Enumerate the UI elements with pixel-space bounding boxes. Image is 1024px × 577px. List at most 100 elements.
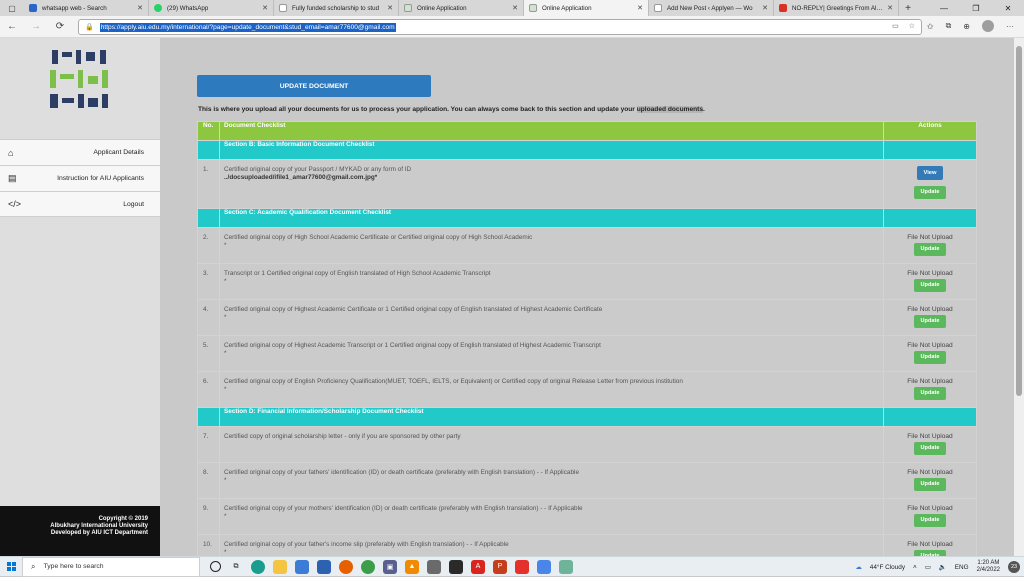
row-no: 5. — [197, 335, 220, 372]
app-icon[interactable] — [427, 559, 441, 574]
refresh-icon[interactable]: ⟳ — [48, 16, 72, 38]
row-desc: Certified original copy of your father's… — [224, 541, 509, 548]
new-tab-button[interactable]: + — [899, 0, 917, 16]
required-mark: * — [224, 386, 227, 393]
close-icon[interactable]: ✕ — [387, 4, 393, 12]
store-2-icon[interactable] — [317, 559, 331, 574]
clock[interactable]: 1:20 AM 2/4/2022 — [977, 560, 1000, 574]
section-row: Section B: Basic Information Document Ch… — [197, 140, 977, 160]
network-icon[interactable]: ▭ — [925, 563, 931, 571]
close-icon[interactable]: ✕ — [762, 4, 768, 12]
update-button[interactable]: Update — [914, 514, 946, 527]
update-document-button[interactable]: UPDATE DOCUMENT — [197, 75, 431, 97]
tab-6[interactable]: NO-REPLY| Greetings From Albu ✕ — [774, 0, 899, 16]
lock-icon[interactable]: 🔒 — [85, 23, 94, 31]
collections-icon[interactable]: ⧉ — [946, 21, 952, 31]
weather-icon[interactable]: ☁ — [855, 563, 861, 571]
intro-end: . — [703, 106, 705, 113]
file-explorer-icon[interactable] — [273, 559, 287, 574]
tab-3[interactable]: Online Application ✕ — [399, 0, 524, 16]
tab-1[interactable]: (29) WhatsApp ✕ — [149, 0, 274, 16]
clock-time: 1:20 AM — [977, 560, 1000, 566]
edge-icon[interactable] — [251, 559, 265, 574]
powerpoint-icon[interactable]: P — [493, 559, 507, 574]
view-button[interactable]: View — [917, 166, 943, 180]
tab-5[interactable]: Add New Post ‹ Applyen — Wo ✕ — [649, 0, 774, 16]
profile-avatar[interactable] — [982, 20, 994, 32]
back-icon[interactable]: ← — [0, 16, 24, 38]
close-icon[interactable]: ✕ — [887, 4, 893, 12]
weather-text[interactable]: 44°F Cloudy — [870, 564, 905, 571]
notification-badge[interactable]: 23 — [1008, 561, 1020, 573]
restore-icon[interactable]: ❐ — [960, 0, 992, 16]
sidebar-item-label: Applicant Details — [93, 149, 144, 156]
update-button[interactable]: Update — [914, 186, 946, 199]
sidebar-item-label: Logout — [123, 200, 144, 208]
app-green-icon[interactable] — [559, 559, 573, 574]
firefox-icon[interactable] — [339, 559, 353, 574]
close-icon[interactable]: ✕ — [512, 4, 518, 12]
minimize-icon[interactable]: — — [928, 0, 960, 16]
update-button[interactable]: Update — [914, 387, 946, 400]
taskbar-search-box[interactable]: ⌕ Type here to search — [22, 556, 200, 577]
scrollbar-thumb[interactable] — [1016, 46, 1022, 396]
tab-4-active[interactable]: Online Application ✕ — [524, 0, 649, 16]
file-status: File Not Upload — [907, 469, 953, 476]
app-badge-icon[interactable]: ▣ — [383, 559, 397, 574]
update-button[interactable]: Update — [914, 442, 946, 455]
close-icon[interactable]: ✕ — [262, 4, 268, 12]
extensions-icon[interactable]: ⊕ — [963, 22, 970, 31]
table-row: 8. Certified original copy of your fathe… — [197, 462, 977, 499]
acrobat-icon[interactable]: A — [471, 559, 485, 574]
row-desc-cell: Certified original copy of your father's… — [219, 534, 884, 556]
row-no: 2. — [197, 227, 220, 264]
file-status: File Not Upload — [907, 234, 953, 241]
address-bar[interactable]: 🔒 https://apply.aiu.edu.my/international… — [78, 19, 922, 35]
app-blue-icon[interactable] — [537, 559, 551, 574]
language-indicator[interactable]: ENG — [955, 564, 969, 571]
file-status: File Not Upload — [907, 306, 953, 313]
window-close-icon[interactable]: ✕ — [992, 0, 1024, 16]
favorite-star-icon[interactable]: ☆ — [909, 22, 915, 30]
media-icon[interactable] — [449, 559, 463, 574]
volume-icon[interactable]: 🔈 — [939, 563, 947, 571]
close-icon[interactable]: ✕ — [137, 4, 143, 12]
windows-start-icon[interactable] — [0, 557, 22, 577]
sidebar-item-applicant-details[interactable]: ⌂ Applicant Details — [0, 139, 160, 165]
sidebar-item-instructions[interactable]: ▤ Instruction for AIU Applicants — [0, 165, 160, 191]
sidebar-footer: Copyright © 2019 Albukhary International… — [0, 506, 160, 556]
task-view-icon[interactable]: ⧉ — [229, 560, 243, 574]
update-button[interactable]: Update — [914, 351, 946, 364]
tab-2[interactable]: Fully funded scholarship to stud ✕ — [274, 0, 399, 16]
sidebar-item-logout[interactable]: </> Logout — [0, 191, 160, 217]
chrome-icon[interactable] — [361, 559, 375, 574]
tab-label: Online Application — [542, 4, 592, 12]
tab-actions-icon[interactable]: ▢ — [0, 0, 24, 16]
row-actions: File Not Upload Update — [883, 498, 977, 535]
row-no: 9. — [197, 498, 220, 535]
update-button[interactable]: Update — [914, 279, 946, 292]
tab-label: whatsapp web - Search — [42, 4, 107, 12]
url-text[interactable]: https://apply.aiu.edu.my/international/?… — [99, 22, 396, 32]
vlc-icon[interactable]: ▲ — [405, 559, 419, 574]
tab-0[interactable]: whatsapp web - Search ✕ — [24, 0, 149, 16]
update-button[interactable]: Update — [914, 315, 946, 328]
tray-chevron-icon[interactable]: ˄ — [913, 564, 917, 571]
row-desc: Certified original copy of High School A… — [224, 234, 533, 241]
row-desc: Certified copy of original scholarship l… — [224, 433, 461, 440]
read-aloud-icon[interactable]: ▭ — [892, 22, 899, 30]
favorites-icon[interactable]: ✩ — [927, 22, 934, 31]
update-button[interactable]: Update — [914, 478, 946, 491]
required-mark: * — [224, 549, 227, 556]
forward-icon[interactable]: → — [24, 16, 48, 38]
row-actions: File Not Upload Update — [883, 227, 977, 264]
anydesk-icon[interactable] — [515, 559, 529, 574]
update-button[interactable]: Update — [914, 243, 946, 256]
close-icon[interactable]: ✕ — [637, 4, 643, 12]
store-icon[interactable] — [295, 559, 309, 574]
row-desc-cell: Certified original copy of your fathers'… — [219, 462, 884, 499]
address-bar-icons: ▭ ☆ — [892, 22, 915, 30]
cortana-icon[interactable] — [210, 561, 221, 572]
page-scrollbar[interactable] — [1014, 38, 1024, 556]
more-menu-icon[interactable]: ··· — [1006, 22, 1014, 31]
